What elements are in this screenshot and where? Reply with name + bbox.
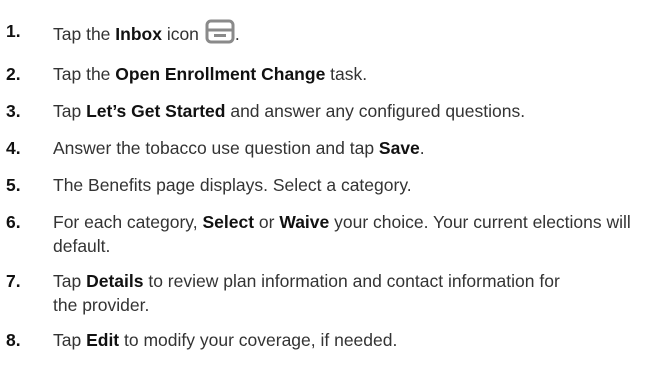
text-run: or [254, 212, 280, 232]
text-run: Tap [53, 101, 87, 121]
bold-term: Edit [86, 330, 120, 350]
step-text: Tap Details to review plan information a… [53, 269, 573, 317]
text-run: Tap [53, 271, 87, 291]
text-run: Answer the tobacco use question and tap [53, 138, 379, 158]
text-run: The Benefits page displays. Select a cat… [53, 175, 412, 195]
text-run: For each category, [53, 212, 203, 232]
step-number: 7. [6, 271, 21, 291]
bold-term: Save [378, 138, 420, 158]
text-run: to modify your coverage, if needed. [119, 330, 398, 350]
step-number: 2. [6, 64, 21, 84]
text-run: task. [325, 64, 368, 84]
step-number: 8. [6, 330, 21, 350]
text-run: icon [161, 24, 199, 44]
bold-term: Details [86, 271, 144, 291]
bold-term: Let’s Get Started [86, 101, 226, 121]
step-number: 5. [6, 175, 21, 195]
bold-term: Waive [279, 212, 330, 232]
step-number: 3. [6, 101, 21, 121]
step-text: Answer the tobacco use question and tap … [53, 136, 659, 160]
step-text: For each category, Select or Waive your … [53, 210, 659, 258]
text-run: Tap the [53, 24, 116, 44]
step-number: 6. [6, 212, 21, 232]
text-run: . [419, 138, 425, 158]
step-number: 4. [6, 138, 21, 158]
bold-term: Open Enrollment Change [115, 64, 326, 84]
text-run: Tap the [53, 64, 116, 84]
text-run: Tap [53, 330, 87, 350]
step-text: The Benefits page displays. Select a cat… [53, 173, 659, 197]
step-number: 1. [6, 21, 21, 41]
bold-term: Select [202, 212, 255, 232]
inbox-icon [205, 19, 235, 44]
instruction-steps: 1. Tap the Inbox icon. 2. Tap the Open E… [0, 0, 663, 387]
step-text: Tap Edit to modify your coverage, if nee… [53, 328, 659, 352]
step-text: Tap the Inbox icon. [53, 19, 659, 46]
text-run: and answer any configured questions. [225, 101, 526, 121]
inbox-label: Inbox [115, 24, 162, 44]
text-run: . [234, 24, 240, 44]
step-text: Tap the Open Enrollment Change task. [53, 62, 659, 86]
step-text: Tap Let’s Get Started and answer any con… [53, 99, 659, 123]
